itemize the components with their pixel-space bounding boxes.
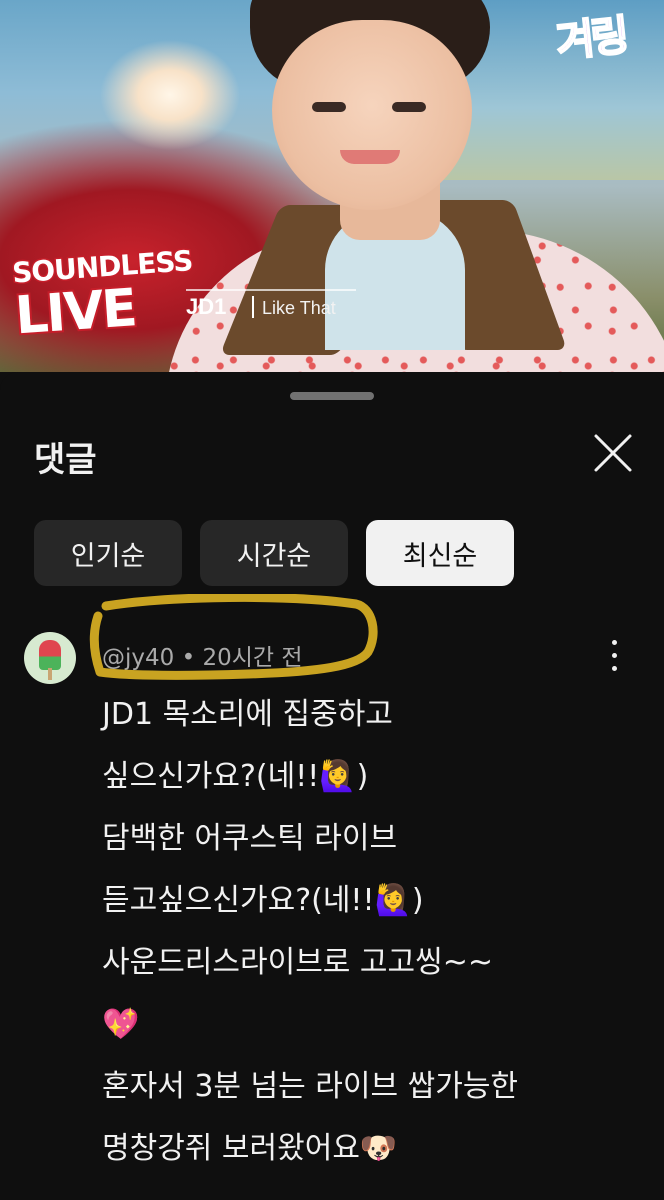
- more-vert-icon: [612, 666, 617, 671]
- comment-line: 듣고싶으신가요?(네!!🙋‍♀️): [102, 883, 424, 918]
- song-artist: JD1: [186, 294, 227, 319]
- close-button[interactable]: [590, 430, 636, 476]
- popsicle-stick: [48, 668, 52, 680]
- comment-text: JD1 목소리에 집중하고 싶으신가요?(네!!🙋‍♀️) 담백한 어쿠스틱 라…: [102, 684, 642, 1180]
- comment-meta: @jy40 • 20시간 전: [102, 638, 303, 672]
- sort-chip-popular[interactable]: 인기순: [34, 520, 182, 586]
- video-subject-face: [272, 20, 472, 210]
- close-icon: [594, 434, 632, 472]
- brand-line-2: LIVE: [11, 276, 139, 348]
- comment-author[interactable]: @jy40: [102, 645, 174, 671]
- video-subject-mouth: [340, 150, 400, 164]
- more-vert-icon: [612, 653, 617, 658]
- song-title: Like That: [262, 298, 336, 318]
- song-divider: [186, 289, 356, 291]
- comment-line: 담백한 어쿠스틱 라이브: [102, 821, 398, 856]
- comment-line: 💖: [102, 1007, 140, 1042]
- meta-separator: •: [181, 645, 196, 671]
- comment-line: 사운드리스라이브로 고고씽~~: [102, 945, 494, 980]
- comment-line: 명창강쥐 보러왔어요🐶: [102, 1131, 398, 1166]
- video-player[interactable]: 겨링 SOUNDLESS LIVE JD1 Like That: [0, 0, 664, 372]
- sort-chip-newest[interactable]: 최신순: [366, 520, 514, 586]
- more-options-button[interactable]: [600, 638, 628, 674]
- comment-line: JD1 목소리에 집중하고: [102, 697, 393, 732]
- video-subject-eye: [312, 102, 346, 112]
- more-vert-icon: [612, 640, 617, 645]
- video-subject-eye: [392, 102, 426, 112]
- drag-handle[interactable]: [290, 392, 374, 400]
- avatar[interactable]: [24, 632, 76, 684]
- song-separator: [252, 296, 254, 318]
- comment-time: 20시간 전: [202, 645, 303, 671]
- comments-title: 댓글: [34, 440, 97, 480]
- comment-line: 싶으신가요?(네!!🙋‍♀️): [102, 759, 369, 794]
- channel-logo: 겨링: [553, 10, 629, 68]
- soundless-live-logo: SOUNDLESS LIVE: [10, 243, 195, 349]
- comment-line: 혼자서 3분 넘는 라이브 쌉가능한: [102, 1069, 519, 1104]
- popsicle-icon: [39, 640, 61, 670]
- comments-sheet: 댓글 인기순 시간순 최신순 @jy40 • 20시간 전 JD1 목소리에 집…: [0, 372, 664, 1200]
- sort-chip-timestamp[interactable]: 시간순: [200, 520, 348, 586]
